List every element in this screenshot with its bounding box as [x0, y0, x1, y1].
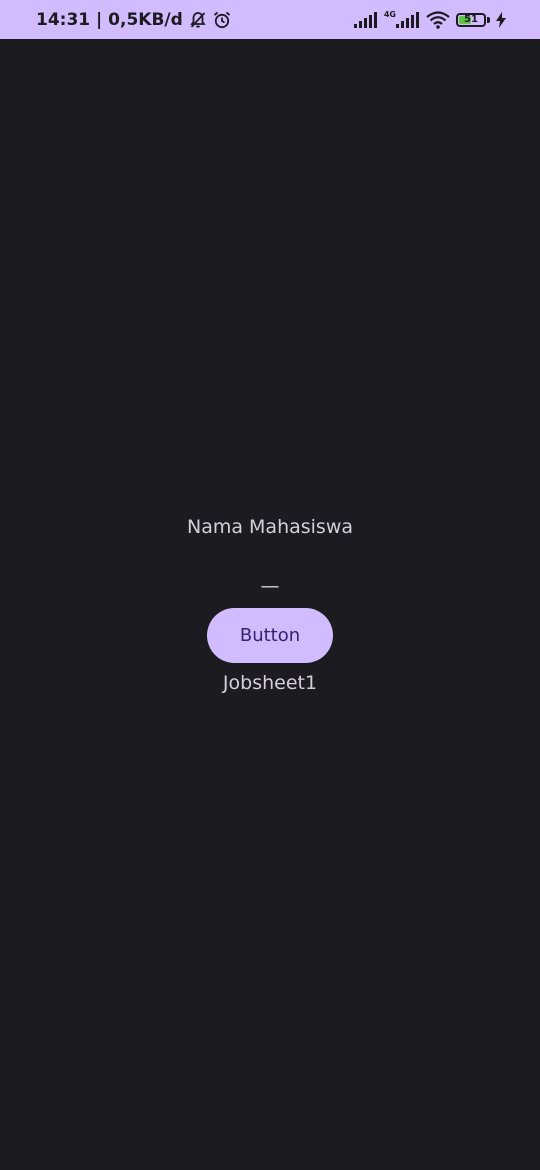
- battery-icon: 51: [456, 12, 486, 27]
- alarm-icon: [213, 11, 231, 29]
- name-label: Nama Mahasiswa: [186, 516, 354, 538]
- wifi-icon: [426, 10, 450, 29]
- time-and-speed: 14:31 | 0,5KB/d: [36, 9, 183, 30]
- muted-bell-icon: [189, 11, 207, 29]
- battery-tip: [487, 16, 490, 23]
- status-right: 4G 51: [353, 0, 506, 39]
- signal-4g-icon: [396, 11, 420, 28]
- network-type-label: 4G: [383, 9, 396, 19]
- student-name-value: —: [260, 575, 280, 597]
- charging-icon: [496, 11, 506, 28]
- jobsheet-label: Jobsheet1: [222, 672, 318, 694]
- status-bar: 14:31 | 0,5KB/d 4G 51: [0, 0, 540, 39]
- status-left: 14:31 | 0,5KB/d: [36, 0, 231, 39]
- main-button[interactable]: Button: [207, 608, 333, 663]
- signal-icon: [353, 11, 378, 28]
- main-content: Nama Mahasiswa — Button Jobsheet1: [0, 39, 540, 1170]
- app-screen: 14:31 | 0,5KB/d 4G 51 Nama Mahasiswa — B…: [0, 0, 540, 1170]
- battery-level: 51: [464, 13, 478, 25]
